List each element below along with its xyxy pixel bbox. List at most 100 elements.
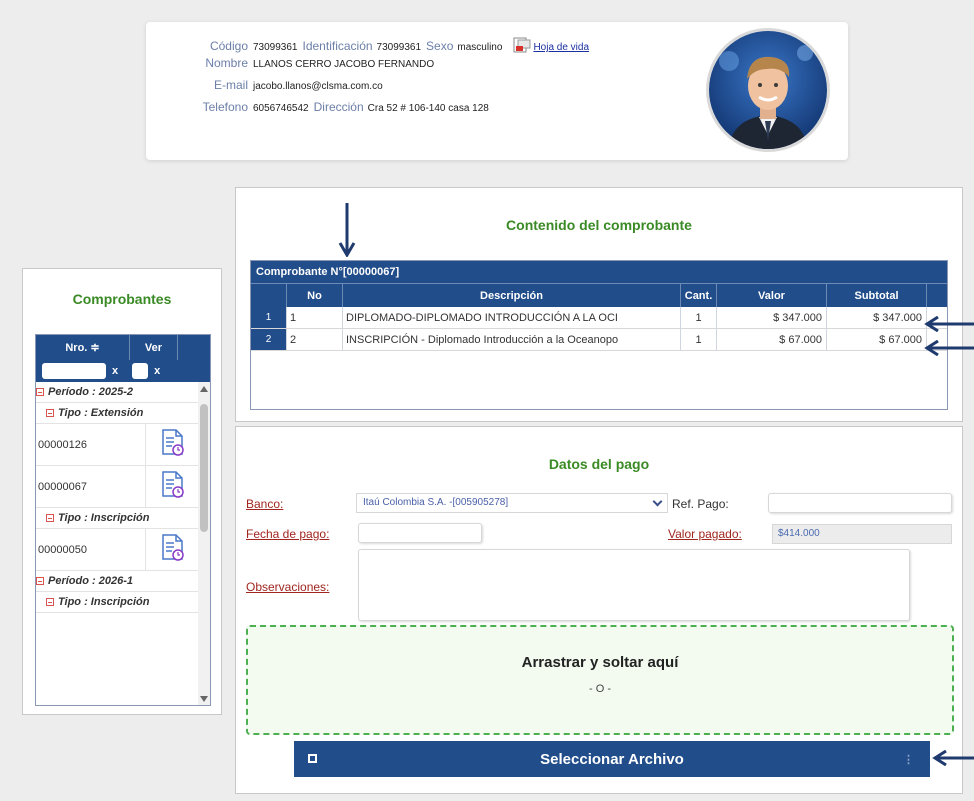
- cell-no: 1: [287, 307, 343, 328]
- row-number: 2: [251, 329, 287, 350]
- group-periodo-2025-2[interactable]: Período : 2025-2: [36, 382, 200, 403]
- col-valor: Valor: [717, 284, 827, 307]
- collapse-icon[interactable]: [36, 388, 44, 396]
- sexo-label: Sexo: [426, 39, 454, 53]
- observaciones-label: Observaciones:: [246, 580, 330, 594]
- ver-filter-clear[interactable]: x: [154, 365, 160, 377]
- identificacion-value: 73099361: [376, 42, 422, 53]
- col-cant: Cant.: [681, 284, 717, 307]
- direccion-label: Dirección: [313, 100, 364, 114]
- table-row[interactable]: 2 2 INSCRIPCIÓN - Diplomado Introducción…: [251, 329, 947, 351]
- document-clock-icon[interactable]: [160, 470, 186, 503]
- arrow-annotation-down: [338, 203, 356, 257]
- fecha-pago-label: Fecha de pago:: [246, 527, 330, 541]
- arrow-annotation-left: [932, 750, 974, 766]
- comprobante-caption: Comprobante N°[00000067]: [251, 261, 947, 283]
- collapse-icon[interactable]: [46, 409, 54, 417]
- cell-valor: $ 67.000: [717, 329, 827, 350]
- drop-zone[interactable]: Arrastrar y soltar aquí - O -: [246, 625, 954, 735]
- group-periodo-2026-1[interactable]: Período : 2026-1: [36, 571, 200, 592]
- cell-no: 2: [287, 329, 343, 350]
- valor-pagado-field: $414.000: [772, 524, 952, 544]
- chevron-down-icon: [652, 496, 663, 507]
- profile-row-nombre: Nombre LLANOS CERRO JACOBO FERNANDO: [146, 56, 439, 76]
- codigo-value: 73099361: [253, 42, 298, 53]
- file-icon: [308, 754, 317, 763]
- profile-card: Código 73099361 Identificación 73099361 …: [146, 22, 848, 160]
- col-ver-header: Ver: [130, 335, 178, 360]
- datos-pago-title: Datos del pago: [548, 456, 650, 472]
- cell-cant: 1: [681, 329, 717, 350]
- email-value: jacobo.llanos@clsma.com.co: [253, 81, 383, 92]
- col-subtotal: Subtotal: [827, 284, 927, 307]
- identificacion-label: Identificación: [302, 39, 373, 53]
- telefono-label: Telefono: [202, 100, 248, 114]
- select-file-button[interactable]: Seleccionar Archivo ⋮: [294, 741, 930, 777]
- col-nro-header[interactable]: Nro. ≑: [36, 335, 130, 360]
- ref-pago-label: Ref. Pago:: [672, 497, 729, 511]
- document-clock-icon[interactable]: [160, 428, 186, 461]
- document-clock-icon[interactable]: [160, 533, 186, 566]
- profile-row-telefono: Telefono 6056746542 Dirección Cra 52 # 1…: [146, 100, 494, 120]
- nro-filter-input[interactable]: [42, 363, 106, 379]
- avatar: [706, 28, 830, 152]
- list-item: 00000050: [36, 529, 200, 571]
- drop-zone-title: Arrastrar y soltar aquí: [521, 654, 679, 671]
- scroll-up-icon[interactable]: [200, 386, 208, 392]
- banco-label: Banco:: [246, 497, 284, 511]
- ver-filter-input[interactable]: [132, 363, 149, 379]
- hoja-de-vida-link[interactable]: Hoja de vida: [533, 42, 589, 53]
- row-number: 1: [251, 307, 287, 328]
- collapse-icon[interactable]: [36, 577, 44, 585]
- observaciones-textarea[interactable]: [358, 549, 910, 621]
- detalle-header: No Descripción Cant. Valor Subtotal: [251, 283, 947, 307]
- email-label: E-mail: [213, 78, 248, 92]
- group-tipo-inscripcion-2[interactable]: Tipo : Inscripción: [36, 592, 200, 613]
- collapse-icon[interactable]: [46, 598, 54, 606]
- comprobantes-header: Nro. ≑ Ver: [36, 335, 210, 360]
- profile-row-email: E-mail jacobo.llanos@clsma.com.co: [146, 78, 388, 98]
- scroll-down-icon[interactable]: [200, 696, 208, 702]
- valor-pagado-label: Valor pagado:: [668, 527, 742, 541]
- cell-subtotal: $ 67.000: [827, 329, 927, 350]
- list-item: 00000067: [36, 466, 200, 508]
- scroll-thumb[interactable]: [200, 404, 208, 532]
- cell-subtotal: $ 347.000: [827, 307, 927, 328]
- more-icon: ⋮: [903, 754, 914, 766]
- cell-cant: 1: [681, 307, 717, 328]
- comprobante-number: 00000067: [36, 466, 146, 507]
- pdf-icon[interactable]: [513, 37, 531, 53]
- ref-pago-input[interactable]: [768, 493, 952, 513]
- select-file-label: Seleccionar Archivo: [540, 750, 684, 768]
- sexo-value: masculino: [457, 42, 503, 53]
- comprobante-number: 00000126: [36, 424, 146, 465]
- col-descripcion: Descripción: [343, 284, 681, 307]
- group-tipo-extension[interactable]: Tipo : Extensión: [36, 403, 200, 424]
- col-no: No: [287, 284, 343, 307]
- table-row[interactable]: 1 1 DIPLOMADO-DIPLOMADO INTRODUCCIÓN A L…: [251, 307, 947, 329]
- cell-descripcion: INSCRIPCIÓN - Diplomado Introducción a l…: [343, 329, 681, 350]
- arrow-annotation-left: [924, 340, 974, 356]
- comprobantes-list: Período : 2025-2 Tipo : Extensión 000001…: [36, 382, 200, 613]
- comprobantes-title: Comprobantes: [72, 291, 172, 307]
- nombre-label: Nombre: [205, 56, 248, 70]
- nombre-value: LLANOS CERRO JACOBO FERNANDO: [253, 59, 435, 70]
- detalle-table: Comprobante N°[00000067] No Descripción …: [250, 260, 948, 410]
- profile-row-codigo: Código 73099361 Identificación 73099361 …: [146, 34, 589, 54]
- banco-select[interactable]: Itaú Colombia S.A. -[005905278]: [356, 493, 668, 513]
- nro-filter-clear[interactable]: x: [112, 365, 118, 377]
- codigo-label: Código: [209, 39, 248, 53]
- direccion-value: Cra 52 # 106-140 casa 128: [367, 103, 489, 114]
- banco-selected-value: Itaú Colombia S.A. -[005905278]: [363, 497, 509, 508]
- comprobantes-filter-row: x x: [36, 360, 210, 382]
- collapse-icon[interactable]: [46, 514, 54, 522]
- fecha-pago-input[interactable]: [358, 523, 482, 543]
- telefono-value: 6056746542: [253, 103, 309, 114]
- comprobantes-panel: Comprobantes Nro. ≑ Ver x x Período : 20…: [22, 268, 222, 715]
- cell-valor: $ 347.000: [717, 307, 827, 328]
- comprobantes-scrollbar[interactable]: [198, 382, 210, 705]
- group-tipo-inscripcion[interactable]: Tipo : Inscripción: [36, 508, 200, 529]
- drop-zone-or: - O -: [589, 683, 611, 695]
- comprobante-number: 00000050: [36, 529, 146, 570]
- comprobantes-table: Nro. ≑ Ver x x Período : 2025-2 Tipo : E…: [35, 334, 211, 706]
